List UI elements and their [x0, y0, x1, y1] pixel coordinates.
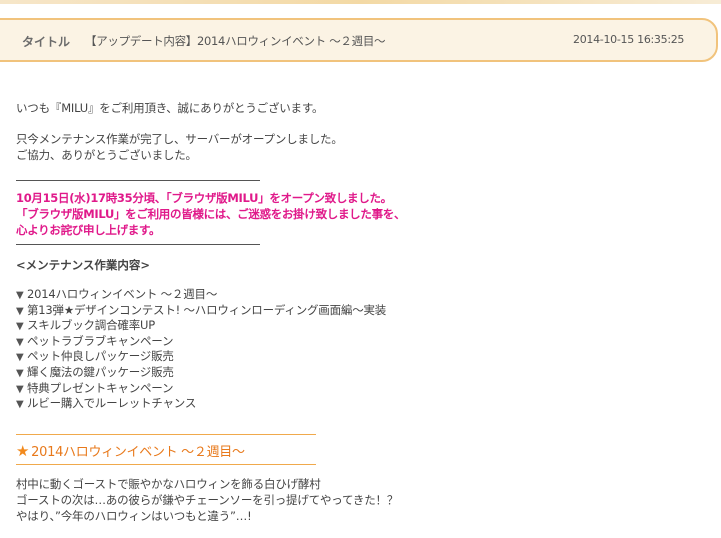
post-title: 【アップデート内容】2014ハロウィンイベント ～２週目～ — [85, 34, 386, 48]
triangle-down-icon: ▼ — [16, 399, 24, 411]
notice-line-2: 「ブラウザ版MILU」をご利用の皆様には、ご迷惑をお掛け致しました事を、 — [16, 207, 406, 221]
maintenance-list: ▼ 2014ハロウィンイベント ～２週目～ ▼ 第13弾★デザインコンテスト! ～ハ… — [16, 287, 386, 412]
list-item: ▼ 第13弾★デザインコンテスト! ～ハロウィンローディング画面編～実装 — [16, 303, 386, 319]
intro-text-3: ご協力、ありがとうございました。 — [16, 148, 197, 162]
event-heading: ★ 2014ハロウィンイベント ～２週目～ — [16, 441, 245, 460]
top-decor-strip — [0, 0, 721, 4]
event-text-1: 村中に動くゴーストで賑やかなハロウィンを飾る白ひげ酵村 — [16, 477, 321, 491]
event-divider-bottom — [16, 464, 316, 465]
triangle-down-icon: ▼ — [16, 367, 24, 379]
list-item: ▼ 2014ハロウィンイベント ～２週目～ — [16, 287, 386, 303]
triangle-down-icon: ▼ — [16, 305, 24, 317]
intro-text-2: 只今メンテナンス作業が完了し、サーバーがオープンしました。 — [16, 132, 343, 146]
list-item: ▼ ペット仲良しパッケージ販売 — [16, 349, 386, 365]
event-text-2: ゴーストの次は…あの彼らが鎌やチェーンソーを引っ提げてやってきた！？ — [16, 493, 399, 507]
title-label: タイトル — [22, 35, 71, 49]
triangle-down-icon: ▼ — [16, 321, 24, 333]
triangle-down-icon: ▼ — [16, 336, 24, 348]
event-text-3: やはり、”今年のハロウィンはいつもと違う”…! — [16, 509, 252, 523]
triangle-down-icon: ▼ — [16, 383, 24, 395]
post-date: 2014-10-15 16:35:25 — [573, 33, 685, 46]
triangle-down-icon: ▼ — [16, 352, 24, 364]
list-item: ▼ 特典プレゼントキャンペーン — [16, 381, 386, 397]
triangle-down-icon: ▼ — [16, 290, 24, 301]
list-item: ▼ 輝く魔法の鍵パッケージ販売 — [16, 365, 386, 381]
event-heading-text: 2014ハロウィンイベント ～２週目～ — [31, 445, 245, 460]
divider-top — [16, 180, 260, 181]
notice-line-1: 10月15日(水)17時35分頃、「ブラウザ版MILU」をオープン致しました。 — [16, 191, 392, 205]
intro-text-1: いつも『MILU』をご利用頂き、誠にありがとうございます。 — [16, 101, 324, 115]
maintenance-heading: <メンテナンス作業内容> — [16, 258, 151, 272]
list-item: ▼ ペットラブラブキャンペーン — [16, 334, 386, 350]
event-divider-top — [16, 434, 316, 435]
star-icon: ★ — [16, 442, 30, 460]
list-item: ▼ ルビー購入でルーレットチャンス — [16, 396, 386, 412]
notice-line-3: 心よりお詫び申し上げます。 — [16, 223, 161, 237]
divider-bottom — [16, 244, 260, 245]
list-item: ▼ スキルブック調合確率UP — [16, 318, 386, 334]
